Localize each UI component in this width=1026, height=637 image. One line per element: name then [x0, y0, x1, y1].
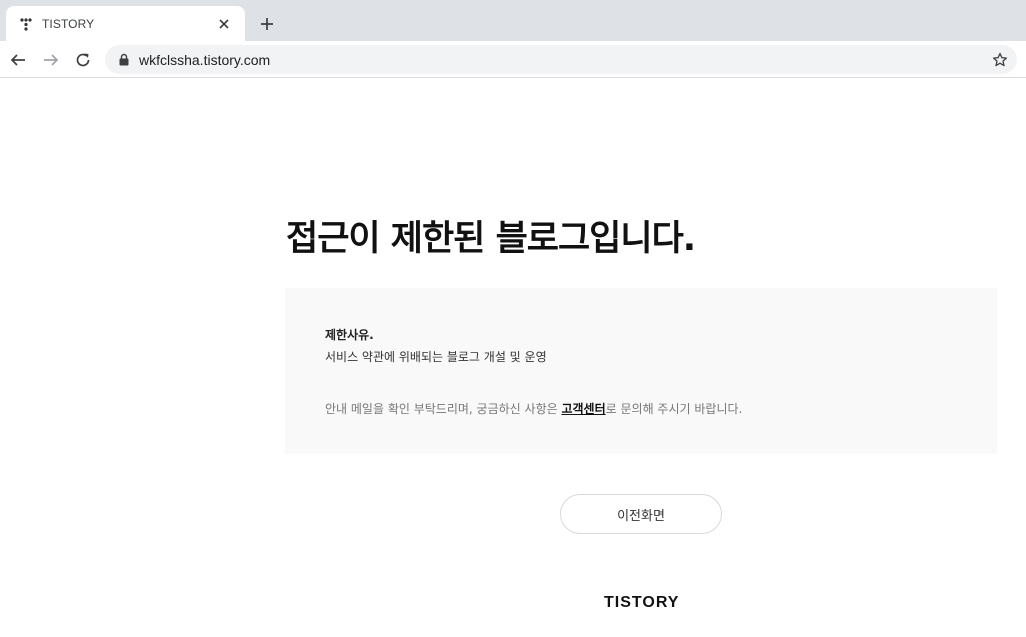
notice-text-before: 안내 메일을 확인 부탁드리며, 궁금하신 사항은 — [325, 402, 562, 416]
tab-strip: TISTORY — [0, 0, 1026, 41]
tistory-dots-icon — [18, 16, 34, 32]
address-bar[interactable]: wkfclssha.tistory.com — [105, 45, 1017, 74]
customer-center-link[interactable]: 고객센터 — [561, 402, 605, 416]
reason-label: 제한사유. — [325, 328, 374, 342]
browser-toolbar: wkfclssha.tistory.com — [0, 41, 1026, 78]
notice-text-after: 로 문의해 주시기 바랍니다. — [605, 402, 743, 416]
plus-icon[interactable] — [256, 13, 278, 35]
url-text[interactable]: wkfclssha.tistory.com — [139, 52, 987, 68]
page-title: 접근이 제한된 블로그입니다. — [286, 219, 696, 259]
notice-text: 안내 메일을 확인 부탁드리며, 궁금하신 사항은 고객센터로 문의해 주시기 … — [325, 400, 742, 417]
browser-tab[interactable]: TISTORY — [6, 6, 245, 41]
restriction-info-box: 제한사유. 서비스 약관에 위배되는 블로그 개설 및 운영 안내 메일을 확인… — [285, 288, 997, 454]
previous-page-button[interactable]: 이전화면 — [560, 494, 722, 534]
reload-icon[interactable] — [70, 47, 96, 73]
page-content: 접근이 제한된 블로그입니다. 제한사유. 서비스 약관에 위배되는 블로그 개… — [0, 78, 1026, 637]
star-icon[interactable] — [987, 47, 1013, 73]
back-arrow-icon[interactable] — [5, 47, 31, 73]
reason-text: 서비스 약관에 위배되는 블로그 개설 및 운영 — [325, 350, 547, 364]
forward-arrow-icon[interactable] — [38, 47, 64, 73]
tistory-logo[interactable]: TISTORY — [604, 594, 679, 612]
tab-title: TISTORY — [42, 16, 95, 31]
lock-icon[interactable] — [117, 53, 131, 67]
close-icon[interactable] — [215, 15, 233, 33]
